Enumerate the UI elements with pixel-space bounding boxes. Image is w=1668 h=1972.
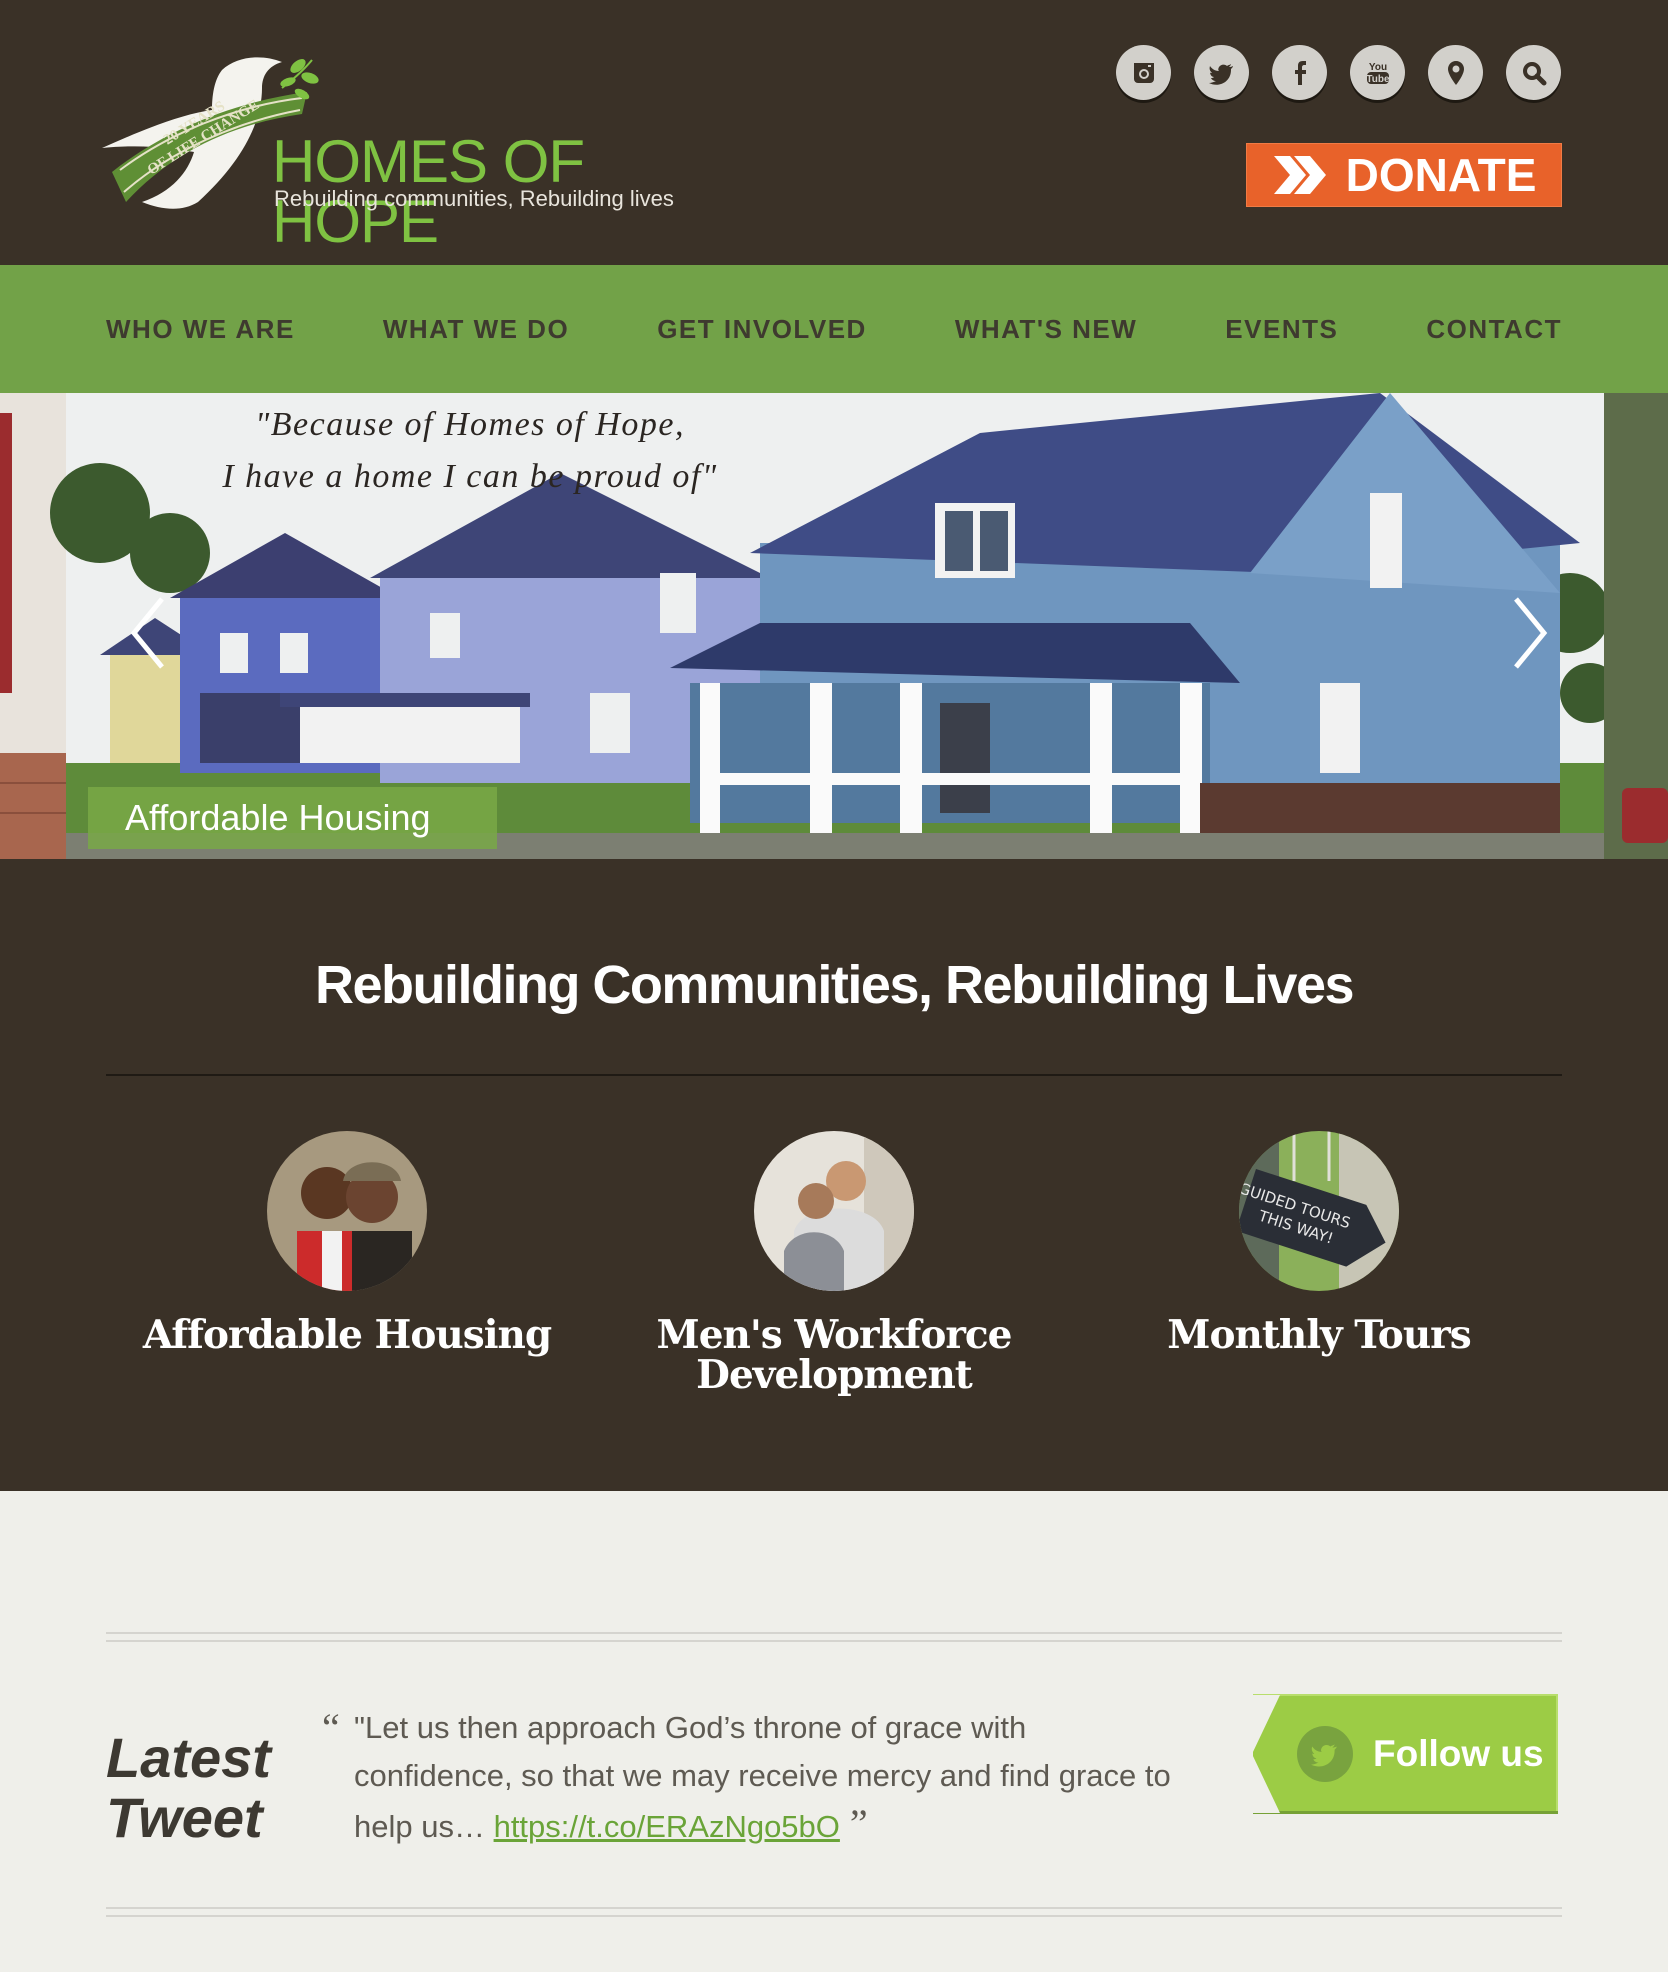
twitter-icon[interactable]: [1194, 45, 1249, 100]
program-label-line2: Development: [696, 1352, 973, 1398]
facebook-icon[interactable]: [1272, 45, 1327, 100]
monthly-tours-photo: GUIDED TOURS THIS WAY!: [1239, 1131, 1399, 1291]
carousel-next-button[interactable]: [1498, 593, 1558, 673]
latest-tweet-heading: Latest Tweet: [106, 1728, 271, 1848]
instagram-icon[interactable]: [1116, 45, 1171, 100]
logo-tagline: Rebuilding communities, Rebuilding lives: [274, 186, 674, 211]
chevron-right-icon: [1514, 597, 1548, 669]
search-icon[interactable]: [1506, 45, 1561, 100]
mens-workforce-photo: [754, 1131, 914, 1291]
hero-quote-line1: "Because of Homes of Hope,: [254, 406, 686, 443]
divider: [106, 1074, 1562, 1076]
program-label: Monthly Tours: [1167, 1312, 1471, 1358]
youtube-icon[interactable]: You Tube: [1350, 45, 1405, 100]
main-nav: WHO WE ARE WHAT WE DO GET INVOLVED WHAT'…: [0, 265, 1668, 393]
site-logo[interactable]: 20 YEARS OF LIFE CHANGE HOMES OF HOPE Re…: [102, 52, 702, 252]
nav-whats-new[interactable]: WHAT'S NEW: [955, 314, 1137, 345]
program-monthly-tours[interactable]: GUIDED TOURS THIS WAY! Monthly Tours: [1094, 1131, 1544, 1355]
follow-us-button[interactable]: Follow us: [1252, 1694, 1558, 1813]
latest-tweet-heading-line2: Tweet: [106, 1786, 263, 1849]
program-label: Men's Workforce Development: [609, 1315, 1059, 1395]
donate-label: DONATE: [1345, 149, 1537, 201]
tweet-body: "Let us then approach God’s throne of gr…: [354, 1704, 1184, 1851]
svg-text:Tube: Tube: [1366, 74, 1390, 85]
nav-events[interactable]: EVENTS: [1225, 314, 1338, 345]
affordable-housing-photo: [267, 1131, 427, 1291]
tweet-link[interactable]: https://t.co/ERAzNgo5bO: [494, 1809, 840, 1844]
hero-quote-line2: I have a home I can be proud of": [222, 458, 718, 495]
program-label: Affordable Housing: [142, 1312, 552, 1358]
divider: [106, 1907, 1562, 1917]
hero-quote: "Because of Homes of Hope, I have a home…: [190, 399, 750, 503]
mission-title: Rebuilding Communities, Rebuilding Lives: [314, 955, 1355, 1015]
nav-get-involved[interactable]: GET INVOLVED: [657, 314, 867, 345]
site-header: 20 YEARS OF LIFE CHANGE HOMES OF HOPE Re…: [0, 0, 1668, 265]
follow-us-label: Follow us: [1373, 1732, 1544, 1774]
program-affordable-housing[interactable]: Affordable Housing: [122, 1131, 572, 1355]
nav-contact[interactable]: CONTACT: [1426, 314, 1562, 345]
latest-tweet-heading-line1: Latest: [106, 1726, 271, 1789]
nav-who-we-are[interactable]: WHO WE ARE: [106, 314, 295, 345]
mission-section: Rebuilding Communities, Rebuilding Lives…: [0, 859, 1668, 1491]
hero-carousel: "Because of Homes of Hope, I have a home…: [0, 393, 1668, 859]
twitter-bird-icon: [1297, 1725, 1353, 1782]
nav-what-we-do[interactable]: WHAT WE DO: [383, 314, 569, 345]
chevron-left-icon: [130, 597, 164, 669]
hero-caption: Affordable Housing: [88, 787, 497, 849]
program-label-line1: Men's Workforce: [656, 1312, 1013, 1358]
location-pin-icon[interactable]: [1428, 45, 1483, 100]
open-quote-icon: “: [322, 1705, 340, 1750]
donate-button[interactable]: DONATE: [1246, 143, 1562, 207]
double-chevron-right-icon: [1273, 156, 1326, 194]
close-quote-icon: ”: [849, 1801, 868, 1846]
carousel-prev-button[interactable]: [120, 593, 180, 673]
divider: [106, 1632, 1562, 1642]
social-links: You Tube: [1116, 45, 1561, 100]
program-mens-workforce[interactable]: Men's Workforce Development: [609, 1131, 1059, 1395]
svg-text:You: You: [1368, 62, 1386, 73]
